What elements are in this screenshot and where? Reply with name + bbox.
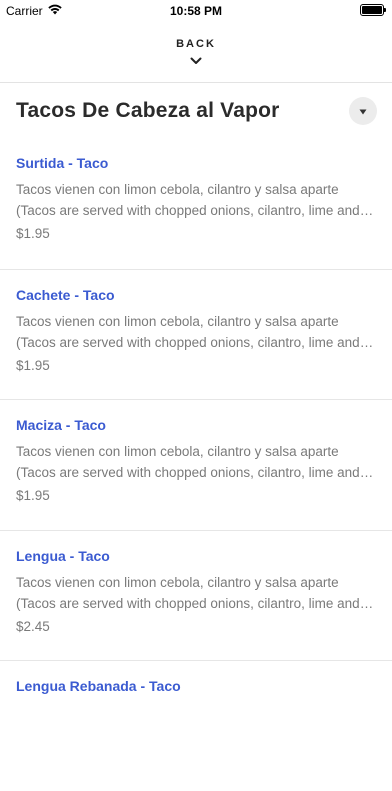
item-description: Tacos vienen con limon cebola, cilantro … [16, 313, 360, 350]
item-name: Surtida - Taco [16, 155, 109, 171]
category-dropdown-button[interactable] [349, 96, 377, 125]
status-time: 10:58 PM [169, 4, 223, 18]
category-title: Tacos De Cabeza al Vapor [16, 98, 280, 122]
item-description: Tacos vienen con limon cebola, cilantro … [16, 444, 360, 480]
back-button[interactable]: BACK [0, 38, 392, 72]
item-description: Tacos vienen con limon cebola, cilantro … [16, 574, 360, 611]
category-header: Tacos De Cabeza al Vapor [0, 83, 392, 138]
item-name: Cachete - Taco [16, 286, 115, 303]
back-label: BACK [176, 38, 216, 50]
menu-item[interactable]: Surtida - Taco Tacos vienen con limon ce… [0, 138, 392, 269]
menu-item[interactable]: Maciza - Taco Tacos vienen con limon ceb… [0, 399, 392, 530]
menu-item-list: Surtida - Taco Tacos vienen con limon ce… [0, 138, 392, 791]
item-name: Lengua Rebanada - Taco [16, 678, 181, 694]
item-price: $1.95 [16, 226, 50, 241]
menu-item[interactable]: Cachete - Taco Tacos vienen con limon ce… [0, 268, 392, 400]
menu-item[interactable]: Lengua Rebanada - Taco [0, 660, 392, 791]
item-name: Maciza - Taco [16, 417, 106, 433]
item-price: $1.95 [16, 357, 50, 373]
item-name: Lengua - Taco [16, 547, 110, 564]
item-price: $2.45 [16, 618, 50, 634]
caret-down-icon [359, 102, 367, 120]
chevron-down-icon [190, 52, 202, 70]
battery-icon [360, 4, 386, 16]
status-bar: Carrier 10:58 PM [0, 0, 392, 22]
menu-item[interactable]: Lengua - Taco Tacos vienen con limon ceb… [0, 529, 392, 661]
item-price: $1.95 [16, 488, 50, 503]
item-description: Tacos vienen con limon cebola, cilantro … [16, 182, 360, 218]
